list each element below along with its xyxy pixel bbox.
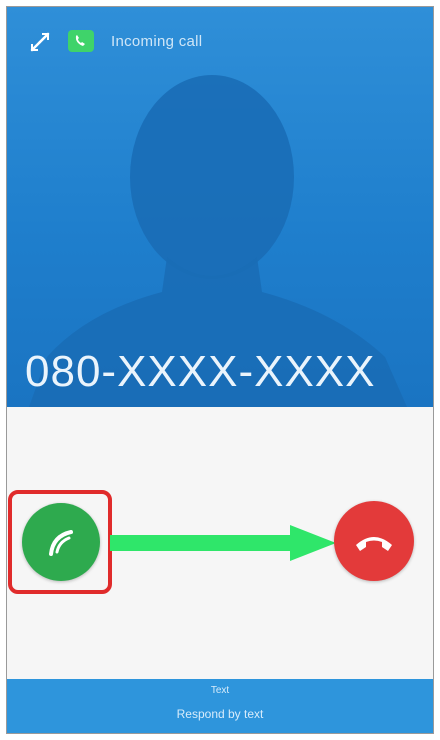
transfer-arrows-icon [30, 32, 50, 52]
caller-header: Incoming call 080-XXXX-XXXX [7, 7, 433, 407]
respond-by-text-bar[interactable]: Text Respond by text [7, 679, 433, 733]
incoming-call-screen: Incoming call 080-XXXX-XXXX Text Respond… [6, 6, 434, 734]
respond-by-text-label: Respond by text [176, 707, 264, 721]
answer-call-button[interactable] [22, 503, 100, 581]
phone-answer-icon [49, 530, 73, 556]
caller-number: 080-XXXX-XXXX [25, 347, 376, 396]
swipe-right-arrow [110, 525, 336, 561]
status-text: Incoming call [111, 33, 203, 50]
phone-app-icon [68, 30, 94, 52]
decline-call-button[interactable] [334, 501, 414, 581]
phone-decline-icon [356, 537, 392, 551]
respond-text-label: Text [210, 685, 230, 696]
status-bar: Incoming call [7, 7, 433, 67]
